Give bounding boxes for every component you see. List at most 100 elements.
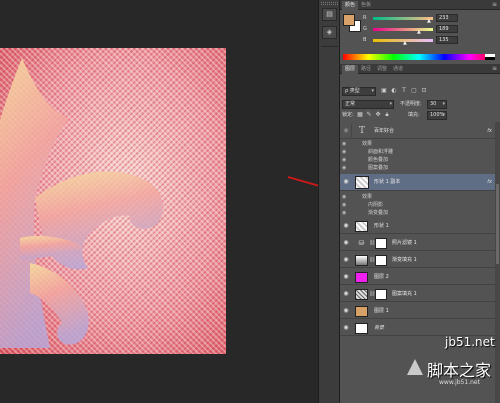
filter-kind-dropdown[interactable]: ρ 类型	[342, 87, 376, 96]
opacity-input[interactable]: 30	[427, 100, 447, 109]
canvas-area[interactable]	[0, 0, 334, 403]
effects-row[interactable]: ◉ 效果	[340, 140, 495, 148]
fill-input[interactable]: 100%	[427, 111, 447, 120]
visibility-eye-icon[interactable]: ◉	[342, 156, 346, 164]
tab-swatches[interactable]: 色板	[358, 1, 374, 10]
layer-row-pattern-fill[interactable]: ◉ ⛓ 图案填充 1	[340, 287, 495, 302]
visibility-eye-icon[interactable]: ◉	[342, 324, 350, 332]
filter-type-icon[interactable]: T	[400, 87, 408, 95]
layer-thumbnail	[355, 272, 368, 283]
lock-image-icon[interactable]: ✎	[365, 111, 373, 119]
visibility-eye-icon[interactable]: ◉	[342, 256, 350, 264]
layer-row-photo-filter[interactable]: ◉ ⛁ ⛓ 照片滤镜 1	[340, 236, 495, 251]
effects-row[interactable]: ◉ 效果	[340, 193, 495, 201]
mask-thumbnail	[375, 255, 387, 266]
layer-name: 百年好合	[374, 128, 395, 134]
effect-inner-shadow[interactable]: ◉ 内阴影	[340, 201, 495, 209]
lock-all-icon[interactable]: 🔒︎	[383, 111, 391, 119]
layer-thumbnail	[355, 255, 368, 266]
panel-icon-strip: ▤ ◈	[318, 0, 340, 403]
layer-thumbnail	[355, 306, 368, 317]
visibility-eye-icon[interactable]: ◉	[342, 307, 350, 315]
strip-divider	[321, 46, 338, 47]
filter-pixel-icon[interactable]: ▣	[380, 87, 388, 95]
layer-row-gradient-fill[interactable]: ◉ ⛓ 渐变填充 1	[340, 253, 495, 268]
lock-position-icon[interactable]: ✥	[374, 111, 382, 119]
fx-icon[interactable]: fx	[487, 174, 492, 191]
visibility-eye-icon[interactable]: ◉	[342, 209, 346, 217]
photoshop-window: ▤ ◈ 颜色 色板 ≡ R ▲ 233 G ▲ 189 B ▲ 135 图层 路…	[0, 0, 500, 403]
filter-shape-icon[interactable]: ▢	[410, 87, 418, 95]
fill-label: 填充:	[408, 112, 420, 118]
tab-color[interactable]: 颜色	[342, 1, 359, 10]
layer-row-shape[interactable]: ◉ 形状 1	[340, 219, 495, 234]
green-channel-row: G ▲ 189	[363, 25, 498, 36]
effect-gradient-overlay[interactable]: ◉ 渐变叠加	[340, 209, 495, 217]
fx-icon[interactable]: fx	[487, 124, 492, 139]
document-canvas[interactable]	[0, 48, 226, 354]
visibility-eye-icon[interactable]: ◉	[342, 239, 350, 247]
blend-opacity-row: 正常 不透明度: 30	[340, 99, 496, 111]
color-panel: R ▲ 233 G ▲ 189 B ▲ 135	[340, 10, 500, 64]
red-slider[interactable]	[373, 17, 433, 20]
visibility-eye-icon[interactable]: ◉	[342, 178, 350, 186]
properties-icon[interactable]: ◈	[322, 26, 337, 39]
visibility-eye-icon[interactable]: ◉	[342, 290, 350, 298]
layer-name: 背景	[374, 325, 385, 331]
layer-name: 图层 1	[374, 308, 389, 314]
mask-thumbnail	[375, 289, 387, 300]
site-watermark: jb51.net 脚本之家 www.jb51.net	[407, 335, 500, 403]
visibility-eye-icon[interactable]: ◉	[342, 164, 346, 172]
blue-value-input[interactable]: 135	[436, 36, 458, 44]
color-spectrum-bar[interactable]	[343, 54, 495, 60]
adjustment-icon: ⛁	[355, 238, 368, 249]
layer-thumbnail	[355, 323, 368, 334]
layers-tabbar: 图层 路径 调整 通道 ≡	[340, 64, 500, 74]
effect-color-overlay[interactable]: ◉ 颜色叠加	[340, 156, 495, 164]
opacity-label: 不透明度:	[400, 101, 422, 107]
layer-row-shape-copy[interactable]: ◉ 形状 1 副本 fx	[340, 174, 495, 191]
history-icon[interactable]: ▤	[322, 8, 337, 21]
layers-panel-menu-icon[interactable]: ≡	[492, 65, 497, 73]
watermark-site: jb51.net	[445, 335, 495, 349]
layer-filter-row: ρ 类型 ▣ ◐ T ▢ ⊡	[340, 86, 496, 98]
red-value-input[interactable]: 233	[436, 14, 458, 22]
tab-adjustments[interactable]: 调整	[374, 65, 390, 74]
effect-bevel-emboss[interactable]: ◉ 斜面和浮雕	[340, 148, 495, 156]
black-white-swatch[interactable]	[485, 54, 495, 60]
red-channel-row: R ▲ 233	[363, 14, 498, 25]
fleur-de-lis-shape	[0, 58, 164, 348]
filter-smart-icon[interactable]: ⊡	[420, 87, 428, 95]
layer-row-background[interactable]: ◉ 背景	[340, 321, 495, 336]
visibility-eye-icon[interactable]: ◉	[342, 193, 346, 201]
visibility-eye-icon[interactable]: ◉	[342, 273, 350, 281]
layer-row-text[interactable]: ◉ T 百年好合 fx	[340, 124, 495, 139]
green-slider[interactable]	[373, 28, 433, 31]
filter-adjust-icon[interactable]: ◐	[390, 87, 398, 95]
lock-transparent-icon[interactable]: ▦	[356, 111, 364, 119]
foreground-color-swatch[interactable]	[343, 14, 355, 26]
tab-channels[interactable]: 通道	[390, 65, 406, 74]
blend-mode-dropdown[interactable]: 正常	[342, 100, 394, 109]
red-slider-thumb[interactable]: ▲	[427, 17, 431, 25]
visibility-eye-icon[interactable]: ◉	[342, 140, 346, 148]
visibility-eye-icon[interactable]: ◉	[342, 222, 350, 230]
tab-paths[interactable]: 路径	[358, 65, 374, 74]
panel-menu-icon[interactable]: ≡	[492, 1, 497, 9]
visibility-eye-icon[interactable]: ◉	[342, 201, 346, 209]
green-value-input[interactable]: 189	[436, 25, 458, 33]
grip-handle[interactable]	[321, 2, 338, 5]
layer-row-layer-2[interactable]: ◉ 图层 2	[340, 270, 495, 285]
watermark-logo-icon	[407, 359, 423, 375]
blue-slider-thumb[interactable]: ▲	[403, 39, 407, 47]
green-slider-thumb[interactable]: ▲	[417, 28, 421, 36]
effect-pattern-overlay[interactable]: ◉ 图案叠加	[340, 164, 495, 172]
blue-channel-row: B ▲ 135	[363, 36, 498, 47]
layer-name: 形状 1 副本	[374, 179, 401, 185]
layers-scrollbar-thumb[interactable]	[496, 184, 499, 264]
watermark-url: www.jb51.net	[439, 379, 480, 386]
visibility-eye-icon[interactable]: ◉	[342, 127, 350, 135]
visibility-eye-icon[interactable]: ◉	[342, 148, 346, 156]
tab-layers[interactable]: 图层	[342, 65, 359, 74]
layer-row-layer-1[interactable]: ◉ 图层 1	[340, 304, 495, 319]
